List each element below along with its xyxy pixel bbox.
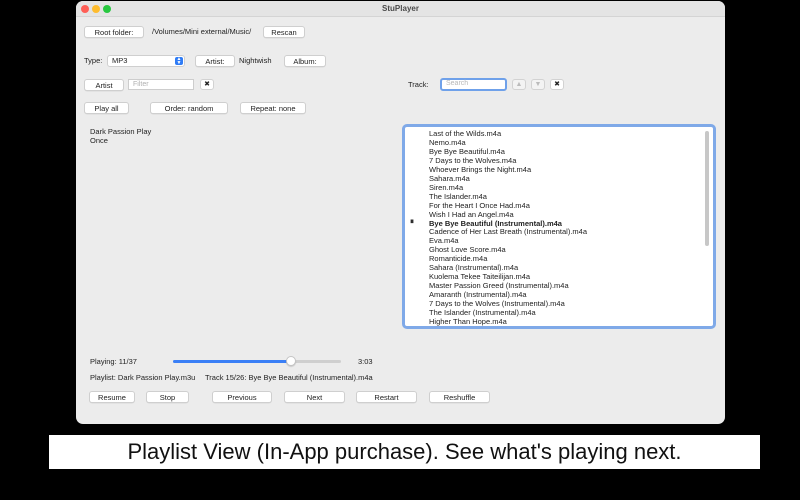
progress-fill <box>173 360 291 363</box>
type-label: Type: <box>84 56 103 65</box>
restart-button[interactable]: Restart <box>356 391 417 403</box>
album-item[interactable]: Once <box>90 136 151 145</box>
clear-search-icon[interactable]: ✖ <box>550 79 564 90</box>
elapsed-time: 3:03 <box>358 357 373 366</box>
search-down-icon[interactable]: ▼ <box>531 79 545 90</box>
pause-icon: ⏸ <box>410 217 414 226</box>
artist-filter-input[interactable]: Filter <box>128 79 194 90</box>
repeat-button[interactable]: Repeat: none <box>240 102 306 114</box>
previous-button[interactable]: Previous <box>212 391 272 403</box>
reshuffle-button[interactable]: Reshuffle <box>429 391 490 403</box>
stop-button[interactable]: Stop <box>146 391 189 403</box>
playlist-scrollbar[interactable] <box>705 131 709 246</box>
album-list: Dark Passion Play Once <box>90 127 151 145</box>
play-all-button[interactable]: Play all <box>84 102 129 114</box>
track-info: Track 15/26: Bye Bye Beautiful (Instrume… <box>205 373 373 382</box>
playlist-item[interactable]: Higher Than Hope.m4a <box>429 317 587 326</box>
root-path: /Volumes/Mini external/Music/ <box>152 27 252 36</box>
artist-value: Nightwish <box>239 56 272 65</box>
playlist-items: Last of the Wilds.m4a Nemo.m4a Bye Bye Bea… <box>429 129 587 326</box>
progress-slider[interactable] <box>173 356 341 366</box>
resume-button[interactable]: Resume <box>89 391 135 403</box>
album-item[interactable]: Dark Passion Play <box>90 127 151 136</box>
order-button[interactable]: Order: random <box>150 102 228 114</box>
artist-sort-button[interactable]: Artist <box>84 79 124 91</box>
artist-filter-button[interactable]: Artist: <box>195 55 235 67</box>
progress-knob[interactable] <box>285 356 296 366</box>
type-select-value: MP3 <box>112 56 128 65</box>
track-search-input[interactable]: Search <box>440 78 507 91</box>
caption-text: Playlist View (In-App purchase). See wha… <box>127 439 682 464</box>
playlist-info: Playlist: Dark Passion Play.m3u <box>90 373 196 382</box>
type-select[interactable]: MP3 ▲ ▼ <box>107 55 185 67</box>
playing-count: Playing: 11/37 <box>90 357 137 366</box>
playlist-view[interactable]: ⏸ Last of the Wilds.m4a Nemo.m4a Bye Bye B… <box>402 124 716 329</box>
search-up-icon[interactable]: ▲ <box>512 79 526 90</box>
track-label: Track: <box>408 80 429 89</box>
rescan-button[interactable]: Rescan <box>263 26 305 38</box>
clear-filter-icon[interactable]: ✖ <box>200 79 214 90</box>
chevron-updown-icon: ▲ ▼ <box>175 56 183 66</box>
album-filter-button[interactable]: Album: <box>284 55 326 67</box>
window-title: StuPlayer <box>382 4 419 13</box>
title-bar: StuPlayer <box>76 1 725 17</box>
caption-banner: Playlist View (In-App purchase). See wha… <box>49 435 760 469</box>
next-button[interactable]: Next <box>284 391 345 403</box>
root-folder-button[interactable]: Root folder: <box>84 26 144 38</box>
